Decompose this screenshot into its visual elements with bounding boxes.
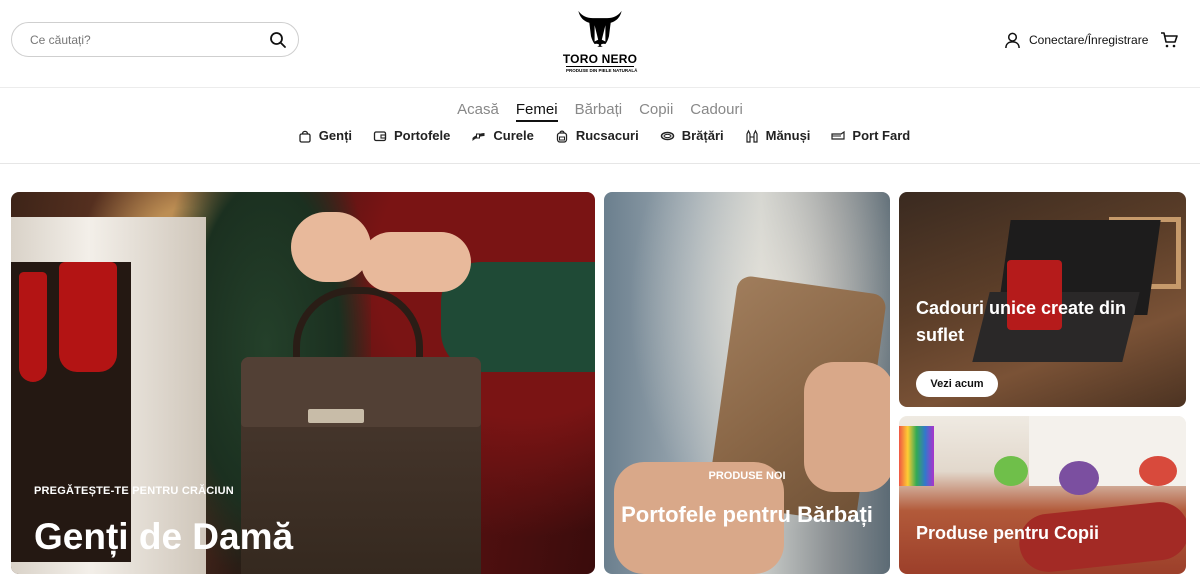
stocking-image bbox=[19, 272, 47, 382]
promo-tile-copii[interactable]: Produse pentru Copii bbox=[899, 416, 1186, 574]
bracelet-icon bbox=[660, 131, 674, 140]
category-portofele[interactable]: Portofele bbox=[373, 128, 450, 143]
category-bratari[interactable]: Brățări bbox=[660, 128, 724, 143]
site-header: TORO NERO PRODUSE DIN PIELE NATURALĂ Con… bbox=[0, 0, 1200, 88]
site-logo[interactable]: TORO NERO PRODUSE DIN PIELE NATURALĂ bbox=[560, 4, 640, 76]
stocking-image bbox=[59, 262, 117, 372]
nav-item-femei[interactable]: Femei bbox=[515, 101, 558, 122]
category-label: Mănuși bbox=[765, 128, 811, 143]
brand-tagline: PRODUSE DIN PIELE NATURALĂ bbox=[566, 66, 638, 73]
nav-item-cadouri[interactable]: Cadouri bbox=[690, 101, 743, 122]
paper-ball-image bbox=[1139, 456, 1177, 486]
paper-ball-image bbox=[1059, 461, 1099, 495]
bag-icon bbox=[299, 130, 311, 143]
pencils-image bbox=[899, 426, 934, 486]
category-curele[interactable]: Curele bbox=[471, 128, 534, 143]
account-link[interactable]: Conectare/Înregistrare bbox=[1004, 31, 1148, 49]
category-label: Curele bbox=[493, 128, 534, 143]
tile-title: Cadouri unice create din suflet bbox=[916, 298, 1127, 345]
account-label: Conectare/Înregistrare bbox=[1029, 33, 1149, 47]
cart-icon[interactable] bbox=[1160, 31, 1178, 49]
gloves-icon bbox=[746, 129, 758, 143]
search-bar[interactable] bbox=[11, 22, 299, 57]
bull-logo-icon bbox=[578, 10, 622, 47]
promo-tile-cadouri[interactable]: Cadouri unice create din suflet Vezi acu… bbox=[899, 192, 1186, 407]
promo-tile-genti[interactable]: PREGĂTEȘTE-TE PENTRU CRĂCIUN Genți de Da… bbox=[11, 192, 595, 574]
search-input[interactable] bbox=[30, 31, 260, 49]
nav-item-barbati[interactable]: Bărbați bbox=[575, 101, 623, 122]
nav-divider bbox=[0, 163, 1200, 164]
category-label: Brățări bbox=[681, 128, 724, 143]
hand-image bbox=[361, 232, 471, 292]
category-port-fard[interactable]: Port Fard bbox=[831, 128, 910, 143]
tile-title: Produse pentru Copii bbox=[916, 523, 1100, 543]
brand-name: TORO NERO bbox=[562, 52, 638, 66]
category-genti[interactable]: Genți bbox=[298, 128, 352, 143]
main-nav: Acasă Femei Bărbați Copii Cadouri bbox=[0, 101, 1200, 122]
category-manusi[interactable]: Mănuși bbox=[745, 128, 811, 143]
search-icon[interactable] bbox=[269, 31, 287, 49]
handbag-clasp-image bbox=[308, 409, 364, 423]
hand-image bbox=[291, 212, 371, 282]
promo-tile-portofele[interactable]: PRODUSE NOI Portofele pentru Bărbați bbox=[604, 192, 890, 574]
paper-ball-image bbox=[994, 456, 1028, 486]
nav-item-copii[interactable]: Copii bbox=[639, 101, 673, 122]
tile-title: Portofele pentru Bărbați bbox=[621, 502, 873, 527]
category-label: Port Fard bbox=[852, 128, 911, 143]
tile-title: Genți de Damă bbox=[34, 516, 294, 557]
makeup-case-icon bbox=[831, 130, 846, 140]
backpack-icon bbox=[556, 129, 567, 143]
nav-item-acasa[interactable]: Acasă bbox=[457, 101, 499, 122]
category-label: Portofele bbox=[394, 128, 451, 143]
user-icon bbox=[1005, 32, 1020, 48]
category-label: Rucsacuri bbox=[575, 128, 639, 143]
belt-icon bbox=[472, 132, 485, 141]
category-label: Genți bbox=[318, 128, 353, 143]
tile-kicker: PREGĂTEȘTE-TE PENTRU CRĂCIUN bbox=[34, 485, 234, 497]
tile-kicker: PRODUSE NOI bbox=[708, 470, 786, 482]
category-nav: Genți Portofele Curele Rucsacuri Brățări… bbox=[0, 128, 1200, 143]
vezi-acum-button[interactable]: Vezi acum bbox=[916, 371, 998, 397]
wallet-icon bbox=[373, 130, 387, 141]
category-rucsacuri[interactable]: Rucsacuri bbox=[555, 128, 639, 143]
